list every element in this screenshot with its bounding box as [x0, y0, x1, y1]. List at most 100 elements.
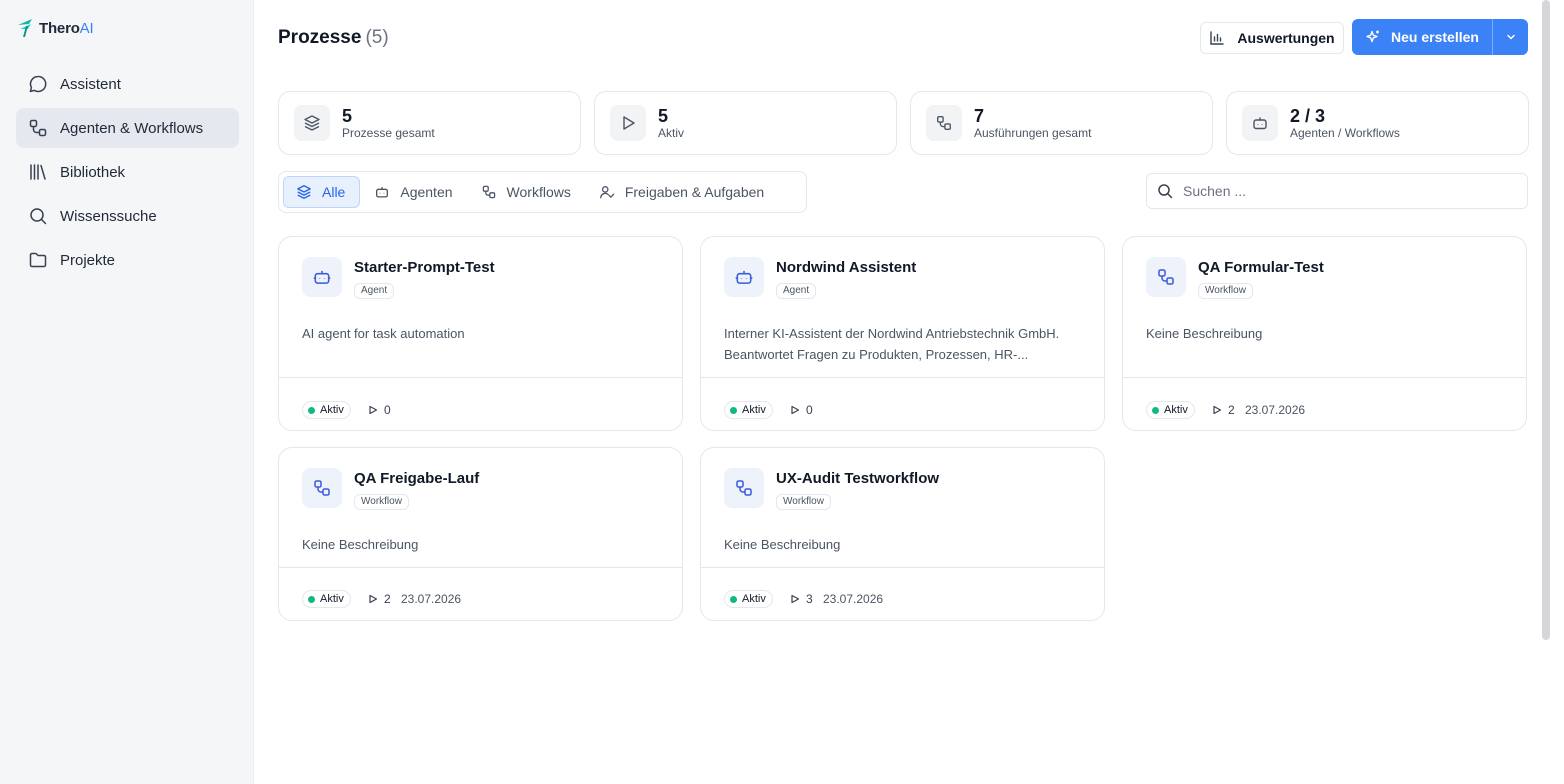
card-footer: [701, 377, 1104, 378]
robot-icon: [724, 257, 764, 297]
logo[interactable]: TheroAI: [16, 17, 94, 39]
sparkles-icon: [1366, 30, 1380, 43]
run-count: 0: [368, 403, 391, 417]
status-dot: [308, 406, 315, 414]
card-description: Interner KI-Assistent der Nordwind Antri…: [724, 326, 1060, 362]
filter-tabs: Alle Agenten Workflows Freigaben & Aufga…: [278, 171, 807, 213]
card-footer: [279, 567, 682, 568]
sidebar-item-label: Agenten & Workflows: [60, 119, 204, 137]
type-badge: Workflow: [776, 494, 831, 510]
folder-icon: [29, 252, 47, 268]
card-description: AI agent for task automation: [302, 326, 465, 341]
sidebar-item-label: Wissenssuche: [60, 207, 157, 225]
tab-alle[interactable]: Alle: [283, 176, 361, 208]
logo-text: TheroAI: [39, 19, 94, 37]
sidebar-item-assistent[interactable]: Assistent: [16, 64, 239, 104]
card-footer: [1123, 377, 1526, 378]
run-count: 3: [790, 592, 813, 606]
bar-chart-icon: [1210, 31, 1225, 45]
status-dot: [730, 406, 737, 414]
sidebar: TheroAI Assistent Agenten & Workflows Bi…: [0, 0, 254, 784]
tab-workflows[interactable]: Workflows: [469, 176, 585, 208]
search-input[interactable]: [1183, 183, 1503, 199]
status-dot: [730, 595, 737, 603]
stat-card-agents-workflows: 2 / 3 Agenten / Workflows: [1226, 91, 1529, 155]
stat-value: 5: [342, 106, 353, 126]
status-badge: Aktiv: [724, 590, 773, 608]
card-title: QA Freigabe-Lauf: [354, 470, 480, 487]
sidebar-nav: Assistent Agenten & Workflows Bibliothek…: [16, 64, 239, 284]
tab-label: Workflows: [506, 184, 571, 200]
play-icon: [791, 594, 800, 604]
card-title: Starter-Prompt-Test: [354, 259, 495, 276]
status-badge: Aktiv: [302, 590, 351, 608]
card-title: QA Formular-Test: [1198, 259, 1324, 276]
play-icon: [791, 405, 800, 415]
run-count: 2: [1212, 403, 1235, 417]
robot-icon: [1242, 105, 1278, 141]
process-card[interactable]: QA Freigabe-Lauf Workflow Keine Beschrei…: [278, 447, 683, 621]
workflow-icon: [29, 119, 47, 137]
sidebar-item-bibliothek[interactable]: Bibliothek: [16, 152, 239, 192]
tab-freigaben-aufgaben[interactable]: Freigaben & Aufgaben: [587, 176, 778, 208]
card-footer: [279, 377, 682, 378]
create-dropdown-toggle[interactable]: [1492, 19, 1528, 55]
workflow-icon: [1146, 257, 1186, 297]
workflow-icon: [724, 468, 764, 508]
process-card[interactable]: Nordwind Assistent Agent Interner KI-Ass…: [700, 236, 1105, 431]
robot-icon: [302, 257, 342, 297]
user-check-icon: [599, 186, 615, 199]
run-count: 0: [790, 403, 813, 417]
play-icon: [1213, 405, 1222, 415]
workflow-icon: [302, 468, 342, 508]
process-count: (5): [365, 27, 389, 48]
type-badge: Workflow: [1198, 283, 1253, 299]
stat-card-active: 5 Aktiv: [594, 91, 897, 155]
status-dot: [308, 595, 315, 603]
card-date: 23.07.2026: [401, 592, 462, 606]
sidebar-item-projekte[interactable]: Projekte: [16, 240, 239, 280]
create-button[interactable]: Neu erstellen: [1352, 19, 1492, 55]
logo-icon: [18, 19, 32, 37]
search-box: [1146, 173, 1528, 209]
library-icon: [30, 164, 46, 180]
card-title: UX-Audit Testworkflow: [776, 470, 940, 487]
tab-label: Agenten: [400, 184, 453, 200]
stat-label: Ausführungen gesamt: [974, 126, 1092, 140]
status-dot: [1152, 406, 1159, 414]
create-button-group: Neu erstellen: [1352, 19, 1528, 55]
card-date: 23.07.2026: [823, 592, 884, 606]
stat-value: 2 / 3: [1290, 106, 1326, 126]
sidebar-item-label: Bibliothek: [60, 163, 126, 181]
card-description: Keine Beschreibung: [302, 537, 419, 552]
sidebar-item-agenten-workflows[interactable]: Agenten & Workflows: [16, 108, 239, 148]
process-card[interactable]: UX-Audit Testworkflow Workflow Keine Bes…: [700, 447, 1105, 621]
scrollbar[interactable]: [1542, 0, 1550, 640]
layers-icon: [294, 105, 330, 141]
tab-agenten[interactable]: Agenten: [362, 176, 466, 208]
process-card[interactable]: QA Formular-Test Workflow Keine Beschrei…: [1122, 236, 1527, 431]
card-footer: [701, 567, 1104, 568]
play-icon: [369, 594, 378, 604]
workflow-icon: [482, 185, 495, 199]
chevron-down-icon: [1506, 34, 1515, 40]
play-icon: [369, 405, 378, 415]
sidebar-item-label: Projekte: [60, 251, 116, 269]
reports-button-label: Auswertungen: [1237, 30, 1335, 46]
workflow-icon: [926, 105, 962, 141]
type-badge: Agent: [354, 283, 395, 299]
card-description: Keine Beschreibung: [724, 537, 841, 552]
sidebar-item-wissenssuche[interactable]: Wissenssuche: [16, 196, 239, 236]
reports-button[interactable]: Auswertungen: [1200, 22, 1344, 54]
stats-row: 5 Prozesse gesamt 5 Aktiv 7 Ausführungen…: [278, 91, 1529, 155]
run-count: 2: [368, 592, 391, 606]
stat-label: Prozesse gesamt: [342, 126, 435, 140]
card-title: Nordwind Assistent: [776, 259, 917, 276]
stat-card-total: 5 Prozesse gesamt: [278, 91, 581, 155]
process-card[interactable]: Starter-Prompt-Test Agent AI agent for t…: [278, 236, 683, 431]
stat-value: 7: [974, 106, 985, 126]
card-description: Keine Beschreibung: [1146, 326, 1263, 341]
search-icon: [1158, 184, 1173, 199]
layers-icon: [297, 185, 311, 199]
play-icon: [610, 105, 646, 141]
